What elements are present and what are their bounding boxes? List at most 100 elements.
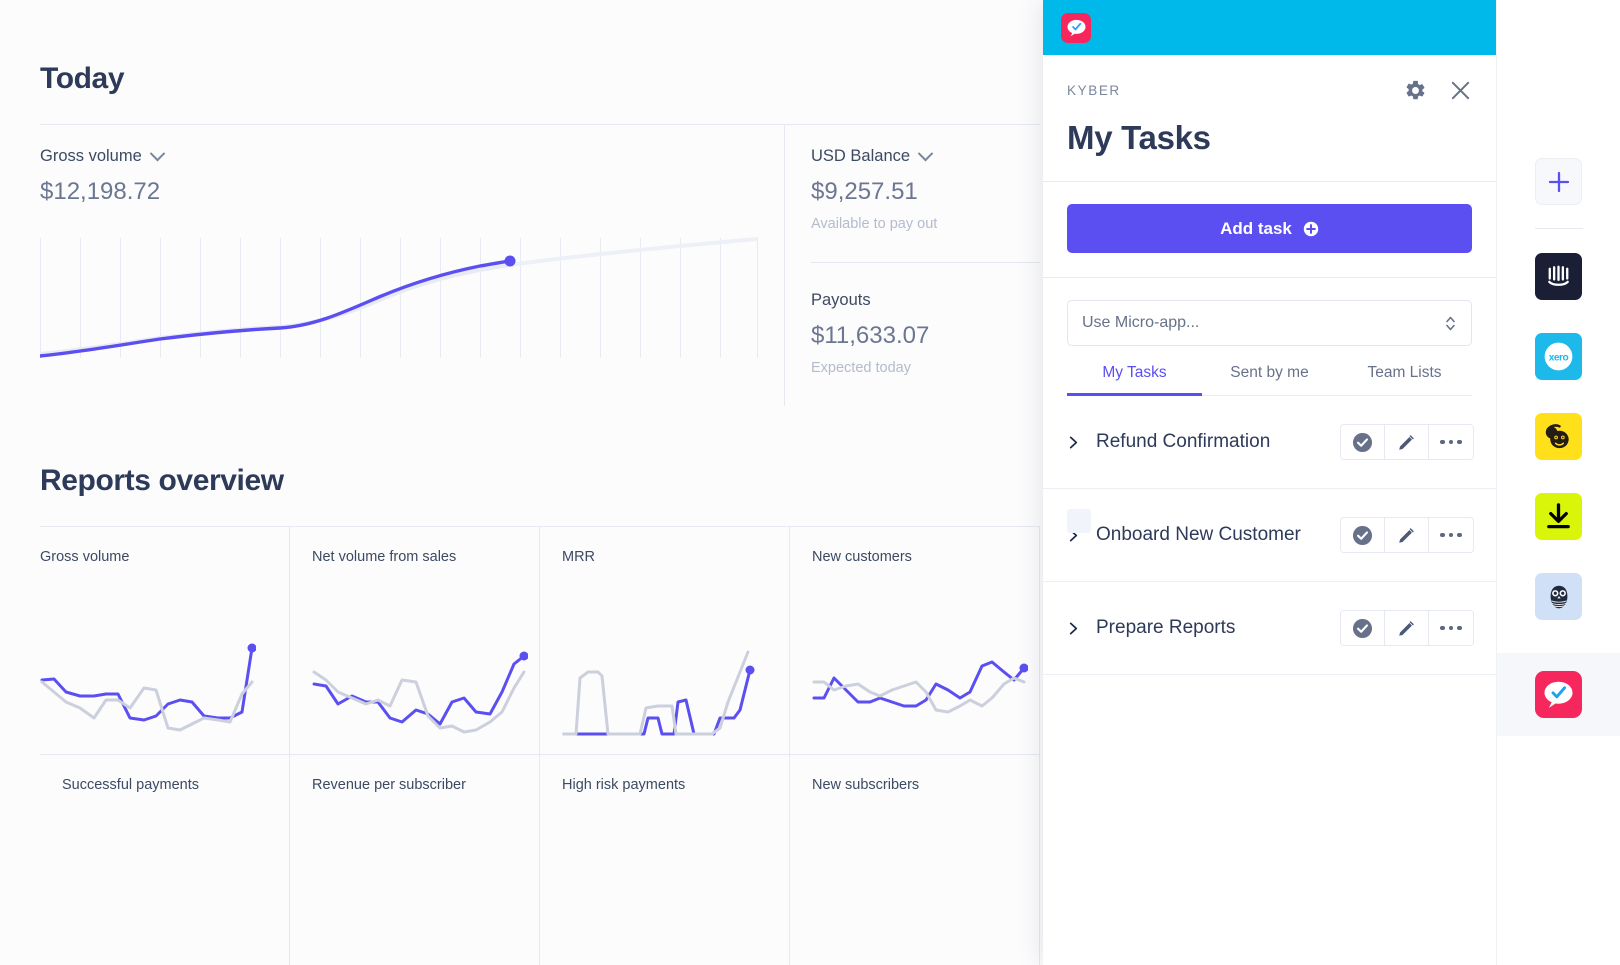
reports-overview-section: Reports overview Gross volume Net volume… [40, 464, 1040, 965]
gear-icon[interactable] [1404, 79, 1427, 102]
mailchimp-icon [1545, 424, 1569, 449]
add-task-button[interactable]: Add task [1067, 204, 1472, 253]
kyber-icon [1535, 671, 1582, 718]
edit-task-button[interactable] [1385, 425, 1429, 459]
today-heading: Today [40, 62, 125, 95]
complete-task-button[interactable] [1341, 425, 1385, 459]
more-options-button[interactable] [1429, 518, 1473, 552]
panel-tabs: My Tasks Sent by me Team Lists [1067, 364, 1472, 396]
edit-task-button[interactable] [1385, 611, 1429, 645]
report-card-net-volume[interactable]: Net volume from sales [290, 527, 540, 755]
task-title: Refund Confirmation [1096, 431, 1271, 452]
plus-circle-icon [1303, 221, 1319, 236]
report-sparkline [40, 643, 256, 732]
add-task-label: Add task [1220, 218, 1292, 238]
report-card-title: High risk payments [562, 777, 686, 793]
report-card-title: Revenue per subscriber [312, 777, 466, 793]
dashboard-panel: Today Gross volume $12,198.72 USD Balanc… [0, 0, 1080, 965]
task-actions [1340, 424, 1474, 460]
task-actions [1340, 517, 1474, 553]
report-card-title: New customers [812, 549, 912, 565]
tab-team-lists[interactable]: Team Lists [1337, 364, 1472, 395]
add-app-button[interactable] [1535, 158, 1582, 205]
more-options-button[interactable] [1429, 425, 1473, 459]
gross-volume-value: $12,198.72 [40, 178, 161, 205]
payouts-block: Payouts $11,633.07 Expected today [811, 262, 1040, 406]
chevron-down-icon [149, 145, 166, 162]
report-card-new-customers[interactable]: New customers [790, 527, 1040, 755]
speech-bubble-check-icon [1067, 19, 1085, 36]
report-sparkline [312, 651, 528, 734]
usd-balance-block: USD Balance $9,257.51 Available to pay o… [811, 125, 1040, 262]
chevron-right-icon[interactable] [1067, 622, 1080, 635]
app-mailchimp[interactable] [1535, 413, 1582, 460]
pencil-icon [1399, 620, 1414, 636]
usd-balance-selector[interactable]: USD Balance [811, 145, 1040, 166]
usd-balance-label: USD Balance [811, 147, 911, 165]
chevron-down-icon [917, 145, 934, 162]
chevron-right-icon[interactable] [1067, 436, 1080, 449]
report-sparkline [812, 660, 1028, 714]
more-options-button[interactable] [1429, 611, 1473, 645]
app-download[interactable] [1535, 493, 1582, 540]
brand-name: KYBER [1067, 83, 1121, 98]
ellipsis-icon [1440, 532, 1462, 538]
report-card-high-risk-payments[interactable]: High risk payments [540, 755, 790, 965]
check-circle-icon [1352, 432, 1373, 452]
task-title: Prepare Reports [1096, 617, 1236, 638]
app-owl[interactable] [1535, 573, 1582, 620]
panel-title: My Tasks [1067, 119, 1211, 156]
owl-icon [1550, 585, 1567, 608]
app-rail: xero [1496, 0, 1620, 965]
report-card-gross-volume[interactable]: Gross volume [40, 527, 290, 755]
micro-app-select[interactable]: Use Micro-app... [1067, 300, 1472, 346]
report-card-title: Net volume from sales [312, 549, 457, 565]
report-card-title: Successful payments [62, 777, 200, 793]
plus-icon [1548, 171, 1569, 192]
reports-grid: Gross volume Net volume from sales MRR N… [40, 527, 1040, 965]
speech-bubble-check-icon [1544, 681, 1573, 708]
payouts-label-row: Payouts [811, 291, 1040, 310]
report-card-new-subscribers[interactable]: New subscribers [790, 755, 1040, 965]
task-list: Refund Confirmation Onboard New Customer… [1043, 396, 1496, 965]
report-card-mrr[interactable]: MRR [540, 527, 790, 755]
today-metrics: Gross volume $12,198.72 USD Balance $9,2… [38, 125, 1040, 406]
report-card-title: New subscribers [812, 777, 920, 793]
reports-heading: Reports overview [40, 464, 284, 497]
usd-balance-value: $9,257.51 [811, 178, 918, 205]
tab-my-tasks[interactable]: My Tasks [1067, 364, 1202, 396]
report-card-title: MRR [562, 549, 596, 565]
pencil-icon [1399, 527, 1414, 543]
close-icon[interactable] [1449, 79, 1472, 102]
report-card-successful-payments[interactable]: Successful payments [40, 755, 290, 965]
task-row[interactable]: Prepare Reports [1043, 582, 1496, 675]
download-icon [1547, 503, 1570, 529]
app-intercom[interactable] [1535, 253, 1582, 300]
divider [1534, 228, 1583, 229]
panel-topbar [1043, 0, 1496, 55]
edit-task-button[interactable] [1385, 518, 1429, 552]
app-xero[interactable]: xero [1535, 333, 1582, 380]
app-kyber[interactable] [1496, 653, 1620, 736]
check-circle-icon [1352, 525, 1373, 545]
report-card-revenue-per-subscriber[interactable]: Revenue per subscriber [290, 755, 540, 965]
add-task-area: Add task [1043, 182, 1496, 277]
gross-volume-selector[interactable]: Gross volume [40, 145, 784, 166]
gross-volume-chart [38, 237, 760, 358]
report-sparkline [562, 650, 755, 736]
pencil-icon [1399, 434, 1414, 450]
usd-balance-sub: Available to pay out [811, 216, 938, 232]
complete-task-button[interactable] [1341, 518, 1385, 552]
payouts-value: $11,633.07 [811, 322, 930, 349]
tab-sent-by-me[interactable]: Sent by me [1202, 364, 1337, 395]
check-circle-icon [1352, 618, 1373, 638]
chart-endpoint-marker [504, 255, 516, 267]
task-title: Onboard New Customer [1096, 524, 1301, 545]
task-row[interactable]: Refund Confirmation [1043, 396, 1496, 489]
app-root: Today Gross volume $12,198.72 USD Balanc… [0, 0, 1620, 965]
gross-volume-block: Gross volume $12,198.72 [38, 125, 785, 406]
payouts-label: Payouts [811, 291, 871, 309]
report-card-title: Gross volume [40, 549, 130, 565]
task-row[interactable]: Onboard New Customer [1043, 489, 1496, 582]
complete-task-button[interactable] [1341, 611, 1385, 645]
